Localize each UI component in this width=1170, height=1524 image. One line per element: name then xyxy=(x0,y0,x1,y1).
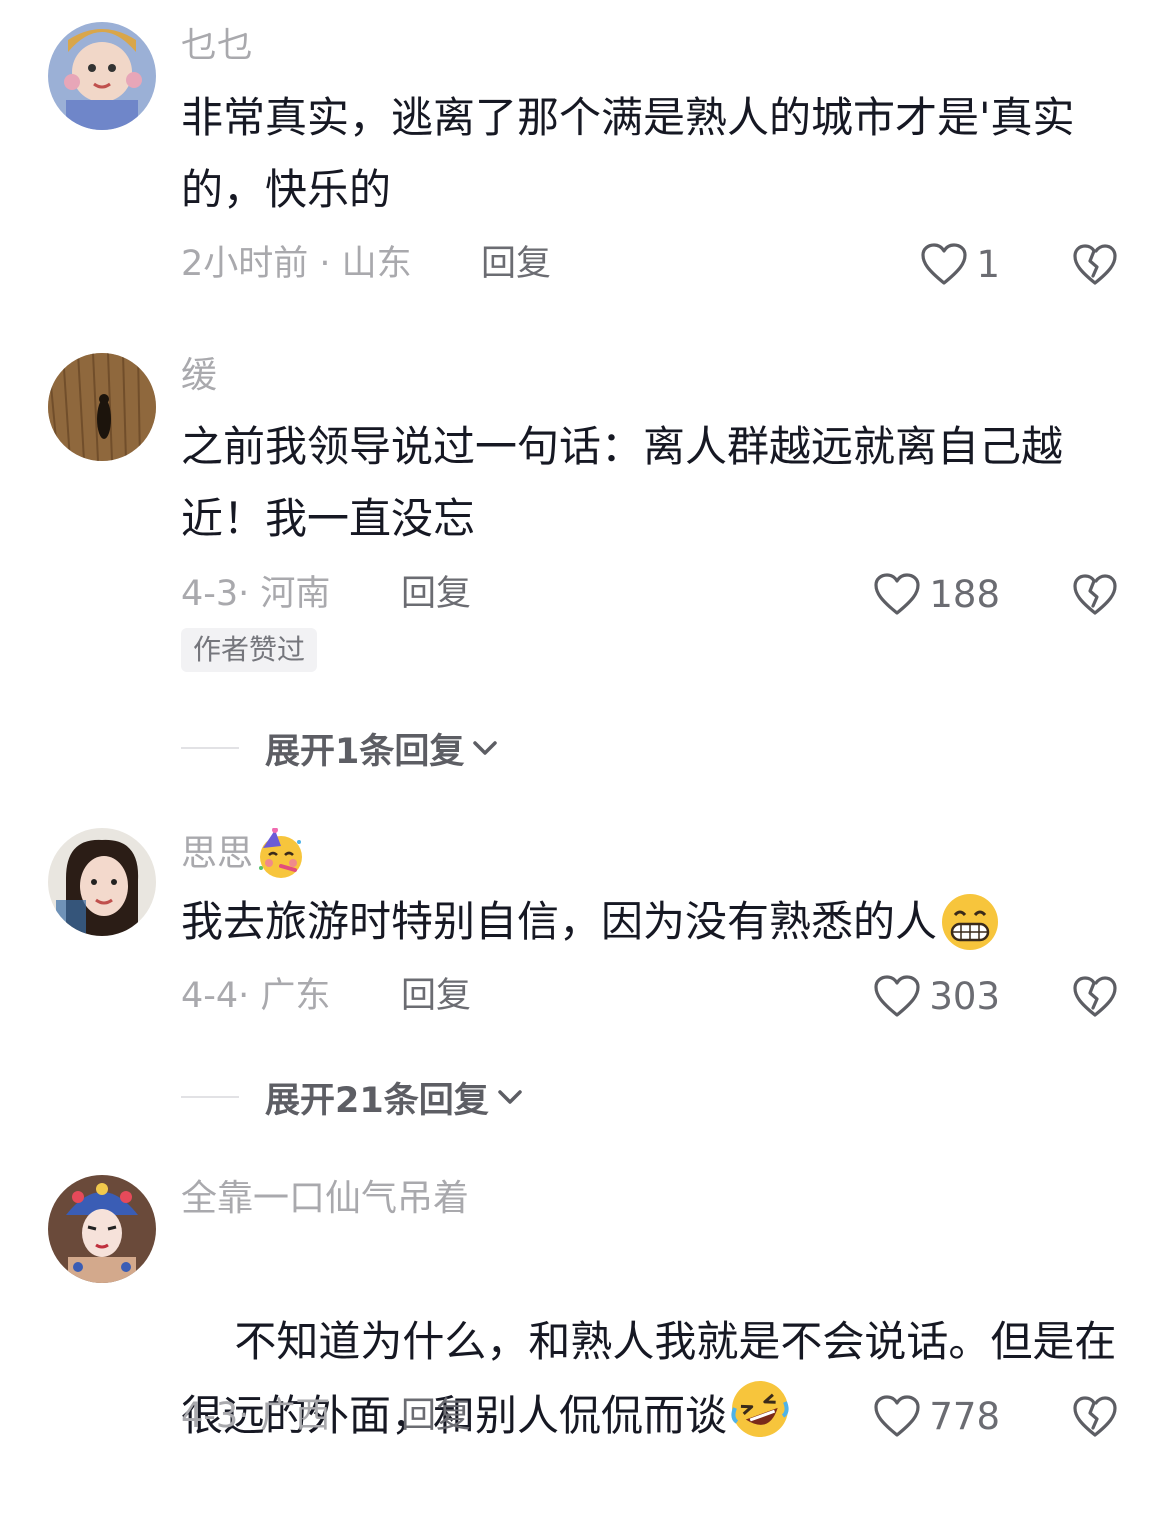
broken-heart-icon xyxy=(1073,976,1117,1017)
comment-meta: 2小时前 · 山东 xyxy=(181,244,412,284)
heart-outline-icon xyxy=(874,1395,920,1437)
comment-meta: 4-4· 广东 xyxy=(181,976,331,1016)
username[interactable]: 缓 xyxy=(181,352,217,400)
like-count: 1 xyxy=(976,242,1000,286)
divider xyxy=(181,1096,239,1098)
comment-text-content: 我去旅游时特别自信，因为没有熟悉的人 xyxy=(181,897,938,946)
heart-outline-icon xyxy=(874,573,920,615)
expand-replies-label: 展开1条回复 xyxy=(265,731,465,772)
grinning-face-emoji xyxy=(942,894,999,950)
username-text: 思思 xyxy=(181,833,254,874)
broken-heart-icon xyxy=(1073,574,1117,615)
like-count: 778 xyxy=(929,1394,1000,1438)
avatar[interactable] xyxy=(48,1175,156,1283)
heart-outline-icon xyxy=(874,975,920,1017)
reply-button[interactable]: 回复 xyxy=(401,1392,471,1440)
broken-heart-icon xyxy=(1073,244,1117,285)
like-count: 303 xyxy=(929,974,1000,1018)
username[interactable]: 思思 xyxy=(181,828,307,880)
divider xyxy=(181,747,239,749)
comment-text: 不知道为什么，和熟人我就是不会说话。但是在很远的外面，和别人侃侃而谈 xyxy=(181,1234,1131,1524)
avatar[interactable] xyxy=(48,22,156,130)
avatar[interactable] xyxy=(48,353,156,461)
chevron-down-icon xyxy=(473,741,498,755)
heart-outline-icon xyxy=(921,243,968,285)
expand-replies-button[interactable]: 展开21条回复 xyxy=(181,1073,525,1121)
dislike-button[interactable] xyxy=(1072,241,1118,287)
reply-button[interactable]: 回复 xyxy=(481,240,551,288)
author-liked-badge: 作者赞过 xyxy=(181,628,318,672)
comment-meta: 4-3· 河南 xyxy=(181,574,331,614)
username[interactable]: 全靠一口仙气吊着 xyxy=(181,1175,469,1223)
reply-button[interactable]: 回复 xyxy=(401,972,471,1020)
chevron-down-icon xyxy=(497,1090,522,1104)
rolling-laughing-emoji xyxy=(731,1381,789,1437)
comment-text: 非常真实，逃离了那个满是熟人的城市才是'真实的，快乐的 xyxy=(181,93,1075,214)
dislike-button[interactable] xyxy=(1072,1393,1118,1439)
comment-text: 我去旅游时特别自信，因为没有熟悉的人 xyxy=(181,886,1131,958)
broken-heart-icon xyxy=(1073,1396,1117,1437)
username[interactable]: 乜乜 xyxy=(181,22,253,70)
like-button[interactable]: 303 xyxy=(873,972,1000,1020)
like-button[interactable]: 1 xyxy=(920,240,1000,288)
reply-button[interactable]: 回复 xyxy=(401,570,471,618)
like-count: 188 xyxy=(929,572,1000,616)
dislike-button[interactable] xyxy=(1072,973,1118,1019)
expand-replies-label: 展开21条回复 xyxy=(265,1080,489,1121)
avatar[interactable] xyxy=(48,828,156,936)
dislike-button[interactable] xyxy=(1072,571,1118,617)
expand-replies-button[interactable]: 展开1条回复 xyxy=(181,724,500,772)
like-button[interactable]: 188 xyxy=(873,570,1000,618)
like-button[interactable]: 778 xyxy=(873,1392,1000,1440)
comment-meta: 4-3· 广西 xyxy=(181,1396,331,1436)
party-face-emoji xyxy=(259,828,303,878)
comment-text: 之前我领导说过一句话：离人群越远就离自己越近！我一直没忘 xyxy=(181,422,1064,543)
